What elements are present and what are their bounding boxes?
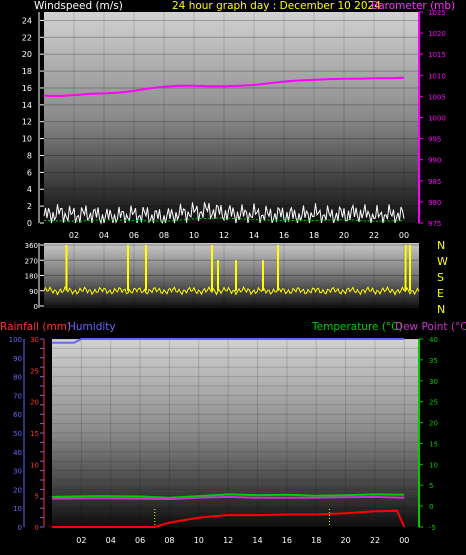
hour-tick-label: 20 [341,536,351,545]
wind-tick-label: 0 [27,219,32,228]
weather-graph: Windspeed (m/s) 24 hour graph day : Dece… [0,0,466,545]
wind-axis-title: Windspeed (m/s) [34,0,123,12]
temp-tick-label: 25 [429,399,438,407]
hour-tick-label: 08 [164,536,174,545]
direction-tick-label: 360 [25,242,38,250]
wind-tick-label: 4 [27,185,32,194]
hour-tick-label: 04 [99,231,109,240]
direction-tick-label: 0 [34,303,38,311]
hour-tick-label: 06 [129,231,139,240]
baro-tick-label: 1015 [428,51,446,59]
baro-tick-label: 1020 [428,30,446,38]
humidity-tick-label: 100 [9,336,22,344]
humidity-tick-label: 20 [13,486,22,494]
baro-tick-label: 995 [428,136,441,144]
direction-tick-label: 180 [25,273,38,281]
rain-tick-label: 20 [30,399,39,407]
compass-n-top: N [437,239,445,252]
direction-tick-label: 270 [25,257,38,265]
hour-tick-label: 18 [311,536,321,545]
baro-tick-label: 975 [428,220,441,228]
rain-tick-label: 5 [35,493,39,501]
temp-axis-title: Temperature (°C) [311,321,403,333]
compass-s: S [437,271,444,284]
temp-tick-label: 15 [429,440,438,448]
temp-tick-label: 5 [429,482,433,490]
baro-tick-label: 980 [428,199,441,207]
wind-baro-plot-area [44,12,419,223]
hour-tick-label: 10 [189,231,199,240]
baro-tick-label: 1010 [428,72,446,80]
rain-axis-title: Rainfall (mm) [0,321,71,333]
wind-tick-label: 16 [22,84,32,93]
temp-tick-label: 35 [429,357,438,365]
humidity-tick-label: 70 [13,392,22,400]
hour-tick-label: 12 [223,536,233,545]
humidity-tick-label: 50 [13,430,22,438]
temp-tick-label: -5 [429,524,436,532]
baro-tick-label: 1000 [428,115,446,123]
graph-title: 24 hour graph day : December 10 2024 [172,0,381,12]
hour-tick-label: 02 [76,536,86,545]
baro-tick-label: 1005 [428,93,446,101]
temp-tick-label: 20 [429,420,438,428]
humidity-axis-title: Humidity [68,321,116,333]
wind-tick-label: 22 [22,33,32,42]
hour-tick-label: 00 [399,536,409,545]
rain-tick-label: 0 [35,524,39,532]
hour-tick-label: 14 [249,231,259,240]
temp-tick-label: 10 [429,461,438,469]
humidity-tick-label: 80 [13,374,22,382]
wind-tick-label: 14 [22,101,32,110]
compass-n-bottom: N [437,303,445,316]
hour-tick-label: 22 [370,536,380,545]
humidity-tick-label: 90 [13,355,22,363]
hour-tick-label: 10 [194,536,204,545]
compass-e: E [437,287,444,300]
temp-tick-label: 30 [429,378,438,386]
hour-tick-label: 18 [309,231,319,240]
temp-tick-label: 40 [429,336,438,344]
baro-tick-label: 1025 [428,9,446,17]
wind-tick-label: 24 [22,16,32,25]
rain-tick-label: 10 [30,461,39,469]
hour-tick-label: 02 [69,231,79,240]
hour-tick-label: 20 [339,231,349,240]
wind-tick-label: 18 [22,67,32,76]
temp-tick-label: 0 [429,503,433,511]
baro-tick-label: 990 [428,157,441,165]
humidity-tick-label: 60 [13,411,22,419]
direction-tick-label: 90 [29,288,38,296]
hour-tick-label: 16 [279,231,289,240]
wind-tick-label: 20 [22,50,32,59]
humidity-tick-label: 0 [18,524,22,532]
hour-tick-label: 16 [282,536,292,545]
rain-tick-label: 15 [30,430,39,438]
wind-tick-label: 8 [27,151,32,160]
wind-tick-label: 10 [22,135,32,144]
wind-tick-label: 12 [22,118,32,127]
hour-tick-label: 08 [159,231,169,240]
humidity-tick-label: 10 [13,505,22,513]
hour-tick-label: 00 [399,231,409,240]
hour-tick-label: 14 [252,536,262,545]
wind-tick-label: 2 [27,202,32,211]
humidity-tick-label: 30 [13,468,22,476]
wind-tick-label: 6 [27,168,32,177]
humidity-tick-label: 40 [13,449,22,457]
hour-tick-label: 12 [219,231,229,240]
hour-tick-label: 22 [369,231,379,240]
baro-tick-label: 985 [428,178,441,186]
compass-w: W [437,255,448,268]
dew-axis-title: Dew Point (°C) [395,321,466,333]
hour-tick-label: 06 [135,536,145,545]
rain-tick-label: 30 [30,336,39,344]
rain-tick-label: 25 [30,367,39,375]
hour-tick-label: 04 [106,536,116,545]
